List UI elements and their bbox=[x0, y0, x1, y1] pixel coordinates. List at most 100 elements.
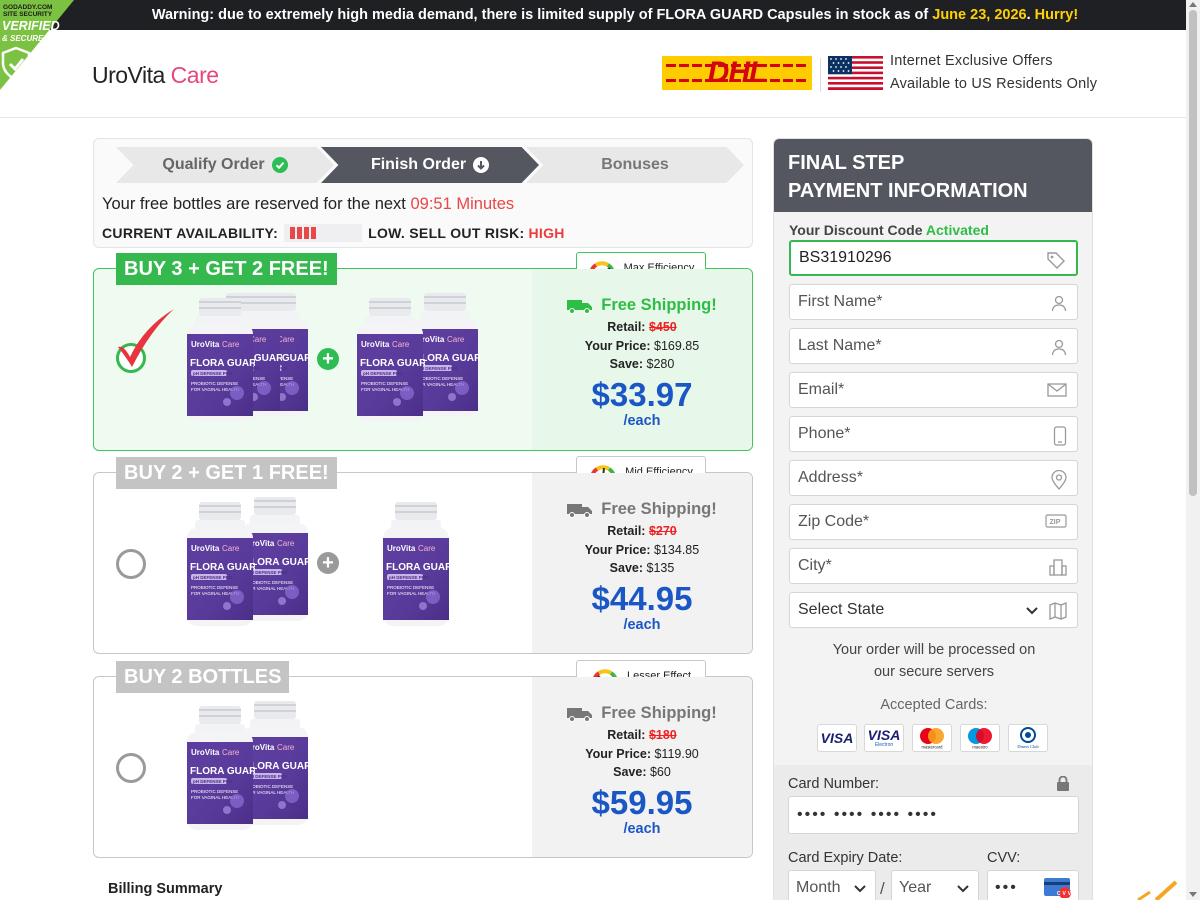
retail-label: Retail: bbox=[607, 524, 646, 538]
phone-placeholder: Phone* bbox=[798, 425, 851, 442]
email-input[interactable]: Email* bbox=[789, 372, 1078, 408]
bottle-group-left: UroVita Care FLORA GUARD pH DEFENSE PRO … bbox=[180, 497, 310, 627]
offer-radio[interactable] bbox=[116, 549, 146, 579]
flora-guard-bottle-image: UroVita Care FLORA GUARD pH DEFENSE PRO … bbox=[187, 706, 255, 830]
retail-label: Retail: bbox=[607, 728, 646, 742]
svg-text:PROBIOTIC DEFENSE: PROBIOTIC DEFENSE bbox=[191, 789, 238, 794]
svg-text:FLORA GUARD: FLORA GUARD bbox=[190, 562, 255, 573]
cvv-card-icon: CVV bbox=[1044, 878, 1071, 898]
city-input[interactable]: City* bbox=[789, 548, 1078, 584]
payment-panel: FINAL STEP PAYMENT INFORMATION Your Disc… bbox=[773, 138, 1093, 900]
svg-text:FLORA GUARD: FLORA GUARD bbox=[190, 766, 255, 777]
retail-price-row: Retail: $180 bbox=[532, 726, 752, 745]
scrollbar-thumb[interactable] bbox=[1189, 10, 1197, 496]
retail-label: Retail: bbox=[607, 320, 646, 334]
phone-icon bbox=[1053, 426, 1067, 446]
offer-label: BUY 2 + GET 1 FREE! bbox=[116, 457, 337, 489]
chevron-down-icon bbox=[1026, 607, 1038, 615]
your-price-row: Your Price: $169.85 bbox=[532, 337, 752, 356]
secure-line-2: our secure servers bbox=[873, 664, 995, 680]
last-name-placeholder: Last Name* bbox=[798, 337, 882, 354]
step-label: Finish Order bbox=[370, 156, 467, 173]
retail-price: $270 bbox=[648, 524, 677, 538]
price-panel: Free Shipping! Retail: $450 Your Price: … bbox=[532, 269, 752, 450]
save-label: Save: bbox=[613, 765, 647, 779]
offer-radio[interactable] bbox=[116, 753, 146, 783]
logo-main: UroVita bbox=[92, 62, 165, 88]
last-name-input[interactable]: Last Name* bbox=[789, 328, 1078, 364]
secure-server-note: Your order will be processed on our secu… bbox=[774, 639, 1094, 683]
cvv-input[interactable]: ••• CVV bbox=[987, 870, 1079, 900]
bottle-group-right: UroVita Care FLORA GUARD pH DEFENSE PRO … bbox=[376, 497, 456, 627]
your-price-label: Your Price: bbox=[584, 542, 651, 557]
discount-code-label: Your Discount Code Activated bbox=[789, 222, 989, 238]
maestro-card-logo: maestro bbox=[960, 724, 1000, 752]
svg-text:pH DEFENSE PRO: pH DEFENSE PRO bbox=[363, 371, 403, 376]
step-finish-order: Finish Order bbox=[321, 147, 539, 183]
location-pin-icon bbox=[1051, 470, 1067, 490]
free-shipping: Free Shipping! bbox=[532, 296, 752, 315]
month-selected-value: Month bbox=[796, 879, 841, 896]
retail-price-row: Retail: $270 bbox=[532, 522, 752, 541]
scroll-down-arrow-icon[interactable] bbox=[1189, 892, 1197, 897]
visa-logo-text: VISA bbox=[820, 730, 854, 746]
countdown-timer: 09:51 Minutes bbox=[410, 195, 515, 213]
svg-text:Care: Care bbox=[392, 340, 410, 349]
flora-guard-bottle-image: UroVita Care FLORA GUARD pH DEFENSE PRO … bbox=[187, 298, 255, 422]
state-selected-value: Select State bbox=[798, 601, 885, 618]
save-amount: $280 bbox=[646, 357, 675, 371]
us-flag-icon bbox=[828, 56, 883, 90]
svg-text:Care: Care bbox=[222, 748, 240, 757]
scroll-up-arrow-icon[interactable] bbox=[1189, 2, 1197, 7]
offer-line-2: Available to US Residents Only bbox=[890, 76, 1098, 92]
phone-input[interactable]: Phone* bbox=[789, 416, 1078, 452]
reservation-timer-text: Your free bottles are reserved for the n… bbox=[102, 195, 514, 214]
plus-icon: + bbox=[317, 348, 339, 370]
save-label: Save: bbox=[609, 357, 644, 371]
your-price-label: Your Price: bbox=[584, 338, 651, 353]
year-selected-value: Year bbox=[899, 879, 932, 896]
page-scrollbar[interactable] bbox=[1186, 0, 1200, 900]
city-placeholder: City* bbox=[798, 557, 832, 574]
expiry-year-select[interactable]: Year bbox=[891, 870, 979, 900]
svg-text:pH DEFENSE PRO: pH DEFENSE PRO bbox=[193, 779, 233, 784]
save-label: Save: bbox=[609, 561, 644, 575]
zip-placeholder: Zip Code* bbox=[798, 513, 870, 530]
zip-code-input[interactable]: Zip Code* ZIP bbox=[789, 504, 1078, 540]
site-logo[interactable]: UroVita Care bbox=[92, 62, 219, 89]
truck-icon bbox=[567, 299, 593, 314]
truck-icon bbox=[567, 707, 593, 722]
free-shipping: Free Shipping! bbox=[532, 704, 752, 723]
mastercard-logo: mastercard bbox=[912, 724, 952, 752]
expiry-separator: / bbox=[880, 879, 885, 898]
each-label: /each bbox=[623, 616, 661, 633]
accepted-cards-label: Accepted Cards: bbox=[880, 697, 988, 713]
checkmark-icon bbox=[118, 309, 174, 367]
offer-card-buy2-get1[interactable]: BUY 2 + GET 1 FREE! Mid Efficiency UroVi… bbox=[93, 456, 753, 654]
first-name-input[interactable]: First Name* bbox=[789, 284, 1078, 320]
state-select[interactable]: Select State bbox=[789, 592, 1078, 628]
user-icon bbox=[1051, 339, 1067, 356]
address-input[interactable]: Address* bbox=[789, 460, 1078, 496]
billing-summary-heading: Billing Summary bbox=[108, 881, 223, 897]
map-icon bbox=[1049, 602, 1067, 620]
order-steps: Qualify Order Finish Order Bonuses bbox=[116, 147, 744, 183]
offer-label: BUY 2 BOTTLES bbox=[116, 661, 290, 693]
offer-card-buy3-get2[interactable]: BUY 3 + GET 2 FREE! Max Efficiency UroVi… bbox=[93, 252, 753, 451]
expiry-month-select[interactable]: Month bbox=[788, 870, 876, 900]
building-icon bbox=[1049, 559, 1067, 576]
price-per-bottle: $44.95 bbox=[591, 579, 693, 617]
discount-status: Activated bbox=[925, 222, 989, 238]
step-bonuses: Bonuses bbox=[526, 147, 744, 183]
your-price: $119.90 bbox=[654, 746, 699, 761]
discount-code-value: BS31910296 bbox=[799, 249, 892, 266]
availability-row: CURRENT AVAILABILITY: LOW. SELL OUT RISK… bbox=[102, 224, 565, 242]
card-number-input[interactable]: •••• •••• •••• •••• bbox=[788, 796, 1079, 834]
discount-code-input[interactable]: BS31910296 bbox=[789, 240, 1078, 276]
offer-card-buy2[interactable]: BUY 2 BOTTLES Lesser Effect UroVita Care… bbox=[93, 660, 753, 858]
card-number-placeholder: •••• •••• •••• •••• bbox=[797, 806, 938, 823]
lock-icon bbox=[1057, 776, 1069, 791]
availability-meter bbox=[284, 224, 363, 242]
verified-secure-badge[interactable]: GODADDY.COM SITE SECURITY VERIFIED & SEC… bbox=[0, 0, 74, 90]
shipping-label: Free Shipping! bbox=[601, 296, 717, 314]
